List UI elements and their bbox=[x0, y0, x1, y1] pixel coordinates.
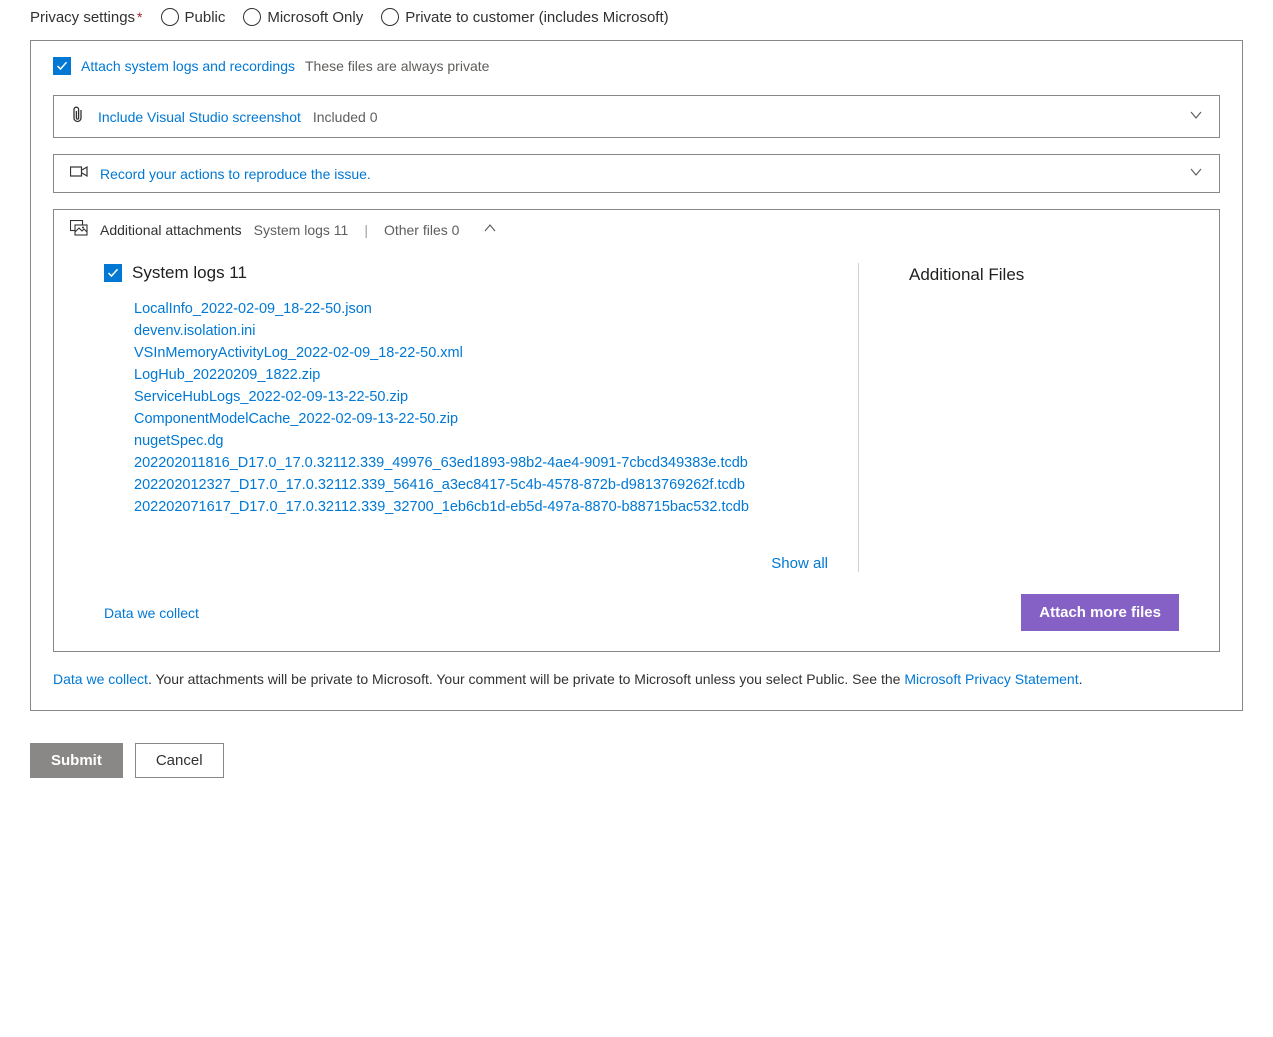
system-logs-title-row: System logs 11 bbox=[104, 263, 828, 283]
radio-icon bbox=[161, 8, 179, 26]
show-all-link[interactable]: Show all bbox=[771, 555, 828, 572]
additional-attachments-label: Additional attachments bbox=[100, 222, 242, 238]
radio-private-customer-label: Private to customer (includes Microsoft) bbox=[405, 9, 668, 26]
include-screenshot-row[interactable]: Include Visual Studio screenshot Include… bbox=[53, 95, 1220, 138]
privacy-footer-segment-1: . Your attachments will be private to Mi… bbox=[148, 671, 904, 687]
system-logs-file-list: LocalInfo_2022-02-09_18-22-50.json deven… bbox=[134, 301, 828, 515]
record-actions-row[interactable]: Record your actions to reproduce the iss… bbox=[53, 154, 1220, 193]
chevron-up-icon bbox=[483, 221, 497, 238]
attachments-icon bbox=[70, 220, 88, 239]
privacy-settings-label: Privacy settings* bbox=[30, 9, 143, 26]
radio-icon bbox=[381, 8, 399, 26]
file-item[interactable]: nugetSpec.dg bbox=[134, 433, 828, 449]
privacy-footer-segment-2: . bbox=[1079, 671, 1083, 687]
cancel-button[interactable]: Cancel bbox=[135, 743, 224, 778]
attachments-footer-row: Data we collect Attach more files bbox=[54, 586, 1219, 651]
radio-icon bbox=[243, 8, 261, 26]
radio-public-label: Public bbox=[185, 9, 226, 26]
other-files-count: Other files 0 bbox=[384, 222, 459, 238]
privacy-statement-link[interactable]: Microsoft Privacy Statement bbox=[904, 671, 1078, 687]
radio-private-customer[interactable]: Private to customer (includes Microsoft) bbox=[381, 8, 668, 26]
file-item[interactable]: 202202071617_D17.0_17.0.32112.339_32700_… bbox=[134, 499, 828, 515]
separator: | bbox=[364, 222, 368, 238]
checkmark-icon bbox=[107, 267, 119, 279]
additional-attachments-header[interactable]: Additional attachments System logs 11 | … bbox=[54, 210, 1219, 249]
paperclip-icon bbox=[70, 106, 86, 127]
include-screenshot-status: Included 0 bbox=[313, 109, 378, 125]
file-item[interactable]: LogHub_20220209_1822.zip bbox=[134, 367, 828, 383]
radio-public[interactable]: Public bbox=[161, 8, 226, 26]
additional-attachments-body: System logs 11 LocalInfo_2022-02-09_18-2… bbox=[54, 249, 1219, 586]
radio-microsoft-only-label: Microsoft Only bbox=[267, 9, 363, 26]
video-camera-icon bbox=[70, 165, 88, 182]
file-item[interactable]: ComponentModelCache_2022-02-09-13-22-50.… bbox=[134, 411, 828, 427]
record-actions-label: Record your actions to reproduce the iss… bbox=[100, 166, 371, 182]
checkmark-icon bbox=[56, 60, 68, 72]
system-logs-column: System logs 11 LocalInfo_2022-02-09_18-2… bbox=[104, 263, 859, 572]
additional-attachments-section: Additional attachments System logs 11 | … bbox=[53, 209, 1220, 652]
system-logs-checkbox[interactable] bbox=[104, 264, 122, 282]
attach-system-logs-checkbox[interactable] bbox=[53, 57, 71, 75]
additional-files-column: Additional Files bbox=[899, 263, 1179, 572]
attach-more-files-button[interactable]: Attach more files bbox=[1021, 594, 1179, 631]
attach-panel: Attach system logs and recordings These … bbox=[30, 40, 1243, 711]
attach-system-logs-label[interactable]: Attach system logs and recordings bbox=[81, 58, 295, 74]
attach-system-logs-hint: These files are always private bbox=[305, 58, 489, 74]
chevron-down-icon bbox=[1189, 108, 1203, 125]
file-item[interactable]: LocalInfo_2022-02-09_18-22-50.json bbox=[134, 301, 828, 317]
radio-microsoft-only[interactable]: Microsoft Only bbox=[243, 8, 363, 26]
system-logs-title: System logs 11 bbox=[132, 263, 247, 283]
syslogs-count: System logs 11 bbox=[254, 222, 349, 238]
file-item[interactable]: ServiceHubLogs_2022-02-09-13-22-50.zip bbox=[134, 389, 828, 405]
data-we-collect-link-2[interactable]: Data we collect bbox=[53, 671, 148, 687]
attach-system-logs-row: Attach system logs and recordings These … bbox=[53, 57, 1220, 75]
file-item[interactable]: devenv.isolation.ini bbox=[134, 323, 828, 339]
file-item[interactable]: 202202012327_D17.0_17.0.32112.339_56416_… bbox=[134, 477, 828, 493]
additional-files-title: Additional Files bbox=[909, 265, 1179, 285]
submit-button[interactable]: Submit bbox=[30, 743, 123, 778]
privacy-settings-row: Privacy settings* Public Microsoft Only … bbox=[30, 8, 1243, 26]
file-item[interactable]: VSInMemoryActivityLog_2022-02-09_18-22-5… bbox=[134, 345, 828, 361]
include-screenshot-label: Include Visual Studio screenshot bbox=[98, 109, 301, 125]
privacy-footer-text: Data we collect. Your attachments will b… bbox=[53, 668, 1220, 692]
chevron-down-icon bbox=[1189, 165, 1203, 182]
file-item[interactable]: 202202011816_D17.0_17.0.32112.339_49976_… bbox=[134, 455, 828, 471]
data-we-collect-link[interactable]: Data we collect bbox=[104, 605, 199, 621]
form-buttons-row: Submit Cancel bbox=[30, 743, 1243, 778]
